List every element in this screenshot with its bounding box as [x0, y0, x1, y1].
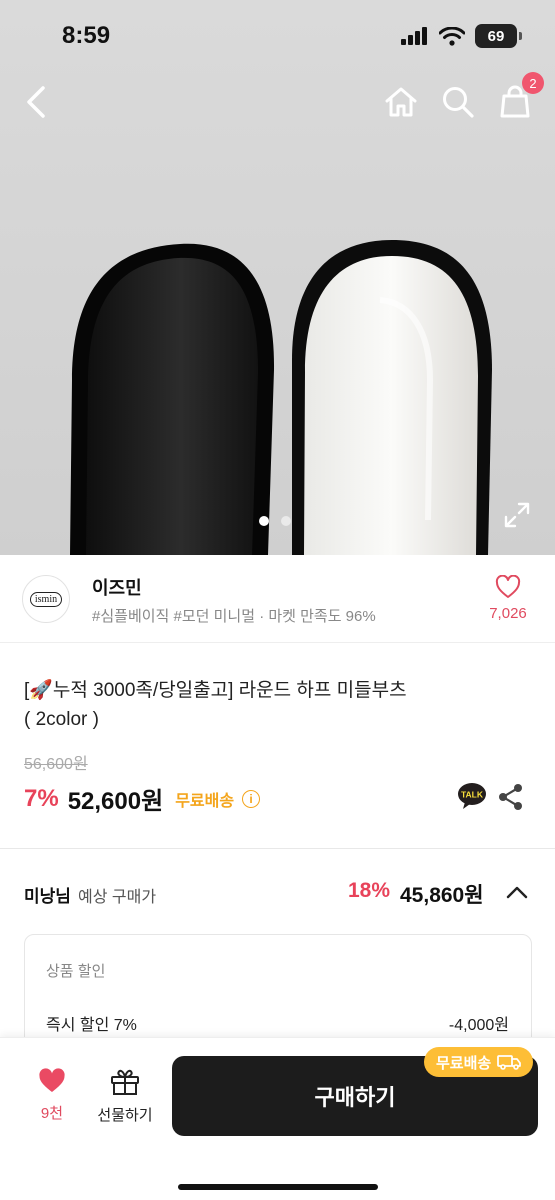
- discount-rate: 7%: [24, 784, 59, 812]
- status-icons: 69: [401, 24, 522, 48]
- chevron-left-icon: [27, 86, 45, 118]
- product-title-line1: [🚀누적 3000족/당일출고] 라운드 하프 미들부츠: [24, 680, 407, 701]
- free-shipping-chip-label: 무료배송: [436, 1054, 492, 1072]
- share-button[interactable]: [498, 783, 524, 811]
- gallery-dot-active[interactable]: [259, 516, 269, 526]
- shop-row[interactable]: ismin 이즈민 #심플베이직 #모던 미니멀 · 마켓 만족도 96% 7,…: [0, 555, 555, 643]
- share-icon: [499, 784, 522, 810]
- home-icon: [385, 87, 417, 117]
- member-name: 미낭님: [24, 887, 71, 906]
- expand-button[interactable]: [503, 501, 531, 529]
- like-count: 9천: [40, 1105, 64, 1122]
- shop-favorite-count: 7,026: [489, 605, 527, 622]
- sale-price: 52,600원: [67, 788, 164, 815]
- gift-button[interactable]: 선물하기: [92, 1068, 158, 1125]
- kakao-talk-icon: TALK: [458, 783, 486, 809]
- free-shipping-chip: 무료배송: [424, 1047, 534, 1077]
- home-indicator: [178, 1184, 378, 1190]
- breakdown-title: 상품 할인: [46, 963, 106, 980]
- member-price-row[interactable]: 미낭님 예상 구매가 18% 45,860원: [0, 870, 555, 914]
- shop-logo[interactable]: ismin: [22, 575, 70, 623]
- status-bar: 8:59 69: [0, 0, 555, 74]
- gallery-dot[interactable]: [281, 516, 291, 526]
- expand-icon: [504, 502, 530, 528]
- battery-indicator: 69: [475, 24, 522, 48]
- bottom-action-bar: 9천 선물하기 구매하기 무료배송: [0, 1037, 555, 1200]
- free-shipping-label: 무료배송: [175, 792, 235, 810]
- gallery-pagination: [259, 516, 291, 526]
- original-price: 56,600원: [24, 756, 88, 773]
- cart-badge: 2: [522, 72, 544, 94]
- member-expected-price: 45,860원: [400, 884, 484, 907]
- chevron-up-icon[interactable]: [505, 882, 529, 902]
- home-button[interactable]: [382, 84, 420, 120]
- truck-icon: [497, 1055, 522, 1070]
- product-title: [🚀누적 3000족/당일출고] 라운드 하프 미들부츠 ( 2color ): [24, 676, 524, 734]
- member-discount-rate: 18%: [348, 879, 391, 902]
- breakdown-item-label: 즉시 할인 7%: [46, 1017, 137, 1034]
- kakao-talk-button[interactable]: TALK: [457, 782, 487, 810]
- shop-tags: #심플베이직 #모던 미니멀 · 마켓 만족도 96%: [92, 608, 376, 625]
- breakdown-item-value: -4,000원: [448, 1017, 509, 1034]
- info-icon[interactable]: i: [242, 789, 261, 808]
- kakao-talk-label: TALK: [461, 790, 484, 800]
- gift-label: 선물하기: [97, 1107, 153, 1124]
- cart-button[interactable]: 2: [498, 72, 544, 120]
- shop-logo-text: ismin: [29, 591, 63, 607]
- wifi-icon: [439, 26, 465, 46]
- heart-outline-icon: [495, 575, 521, 598]
- signal-icon: [401, 27, 427, 45]
- gift-icon: [111, 1069, 139, 1095]
- shop-favorite-button[interactable]: 7,026: [483, 575, 533, 622]
- search-icon: [443, 87, 474, 118]
- search-button[interactable]: [440, 84, 476, 120]
- price-row: 7% 52,600원 무료배송 i: [24, 781, 261, 816]
- shop-name[interactable]: 이즈민: [92, 574, 142, 600]
- section-divider: [0, 848, 555, 849]
- status-time: 8:59: [62, 22, 111, 49]
- member-price-label: 예상 구매가: [78, 889, 157, 906]
- like-button[interactable]: 9천: [30, 1068, 74, 1123]
- back-button[interactable]: [20, 82, 52, 122]
- product-title-line2: ( 2color ): [24, 709, 99, 730]
- heart-filled-icon: [39, 1068, 65, 1092]
